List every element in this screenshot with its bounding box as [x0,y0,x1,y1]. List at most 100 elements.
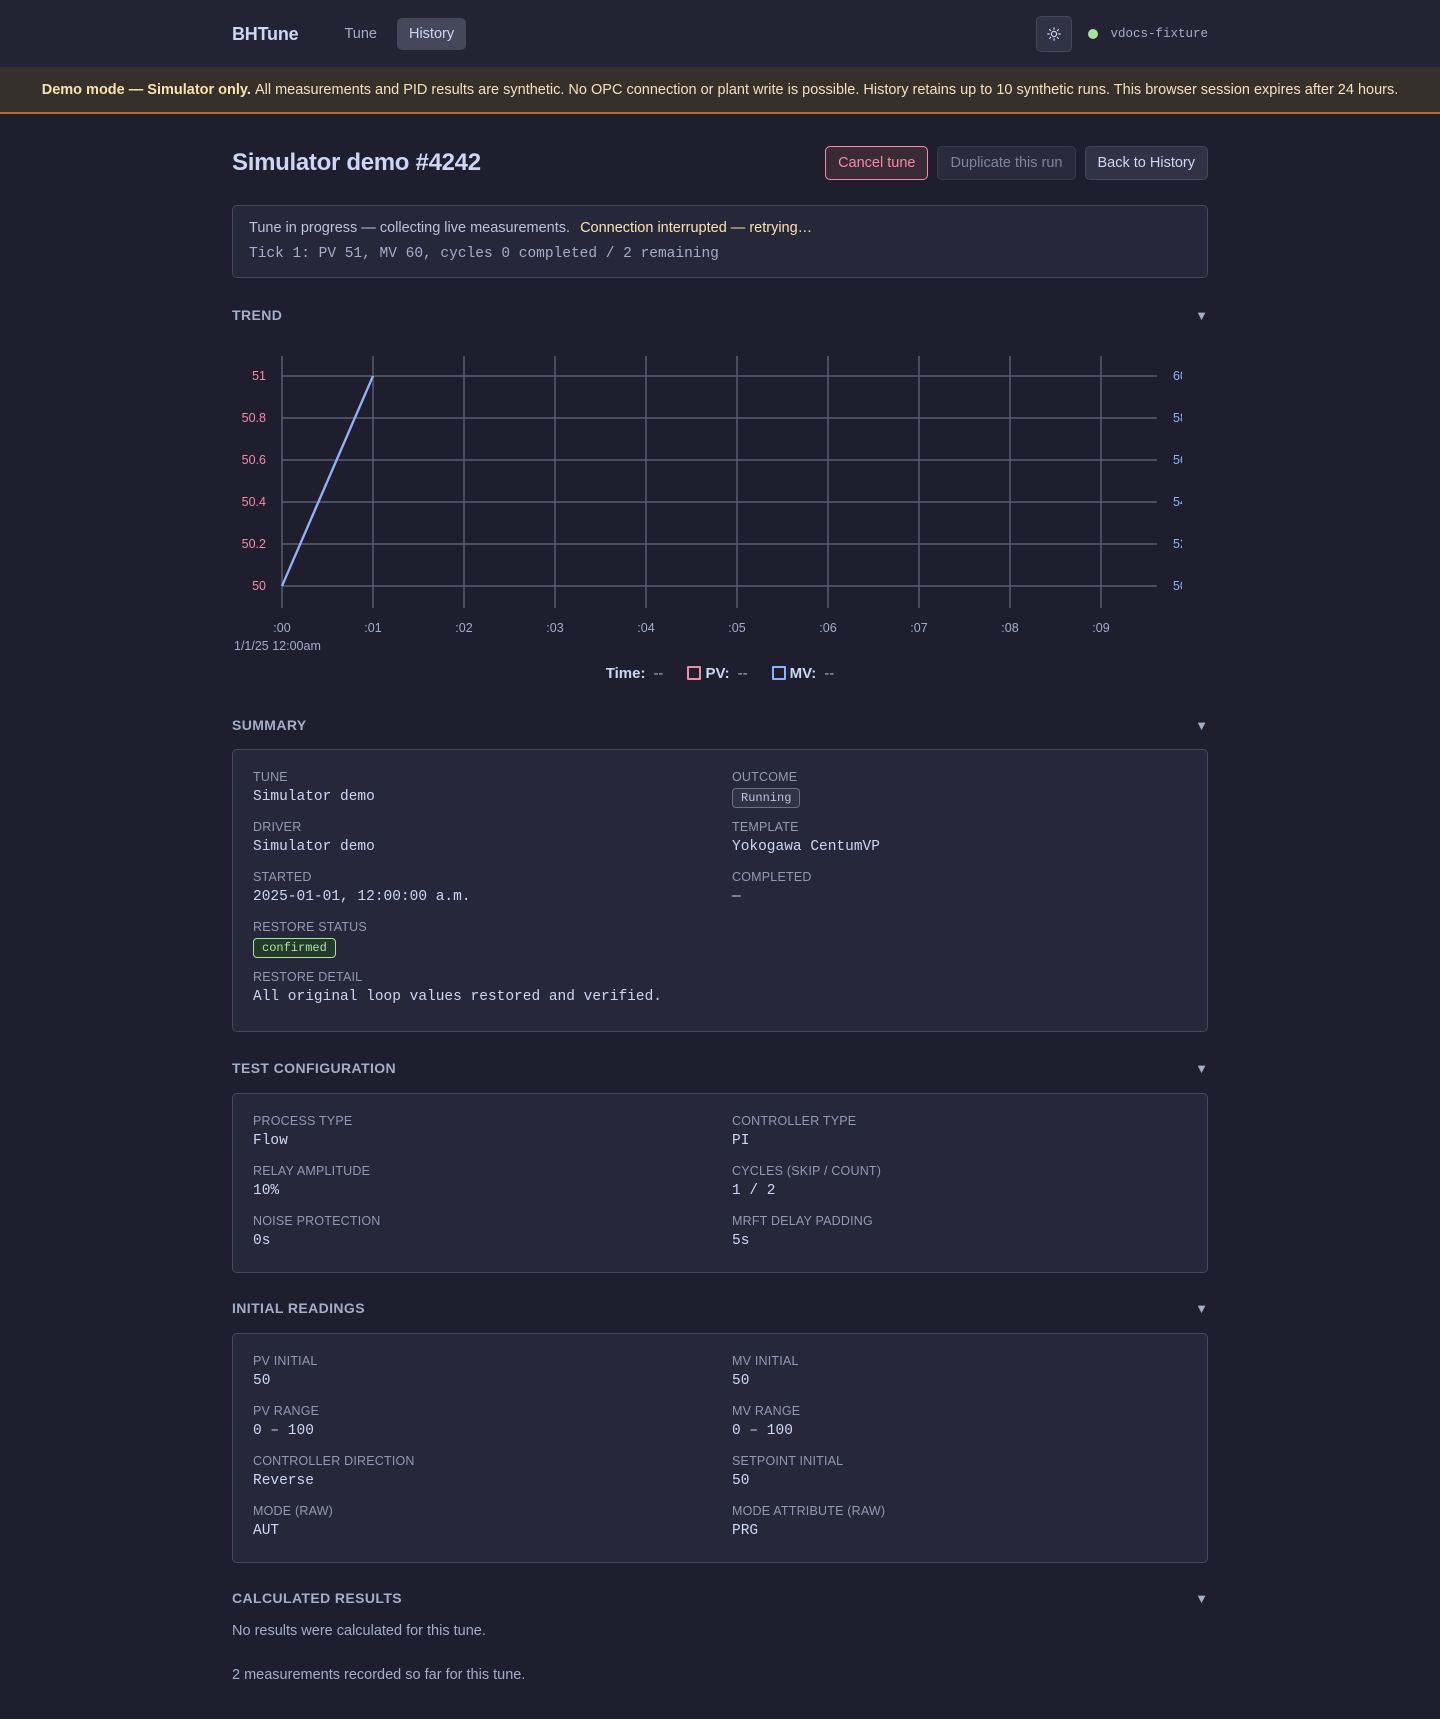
restore-status-badge: confirmed [253,938,336,958]
field-value: 5s [732,1233,750,1249]
field-value: 0 – 100 [732,1423,793,1439]
legend-mv-value: -- [824,664,835,682]
field-value: 0 – 100 [253,1423,314,1439]
series-line-mv[interactable] [280,375,375,587]
outcome-status-badge: Running [732,788,801,808]
back-to-history-button[interactable]: Back to History [1084,146,1208,180]
summary-tune: TUNE Simulator demo [253,770,732,820]
y-left-tick-label: 50 [252,579,266,593]
legend-time-value: -- [653,664,664,682]
field-value: 50 [253,1373,271,1389]
field-label: MV INITIAL [732,1354,799,1368]
field-value: — [732,889,741,905]
field-value: 50 [732,1373,750,1389]
legend-pv[interactable]: PV: -- [687,664,748,682]
x-tick-label: :01 [364,621,381,635]
brand-logo[interactable]: BHTune [232,24,299,45]
banner-strong-text: Demo mode — Simulator only. [41,82,251,98]
chevron-down-icon[interactable]: ▼ [1195,718,1208,733]
nav-tab-history[interactable]: History [396,18,467,50]
section-title-summary: SUMMARY [232,717,307,733]
y-left-tick-label: 50.6 [242,453,266,467]
status-progress-text: Tune in progress — collecting live measu… [249,220,571,236]
legend-mv-label: MV: [789,664,817,682]
section-header-trend[interactable]: TREND ▼ [232,305,1208,325]
section-header-summary[interactable]: SUMMARY ▼ [232,715,1208,735]
field-label: MODE (RAW) [253,1504,333,1518]
reading-mv-initial: MV INITIAL 50 [732,1354,1211,1404]
trend-chart-svg[interactable]: 51 60 50.8 58 50.6 56 50.4 54 50.2 52 50 50:00:01:0… [222,340,1187,670]
legend-time: Time: -- [606,665,664,682]
chevron-down-icon[interactable]: ▼ [1195,1301,1208,1316]
chevron-down-icon[interactable]: ▼ [1195,1591,1208,1606]
section-header-config[interactable]: TEST CONFIGURATION ▼ [232,1058,1208,1078]
readings-card: PV INITIAL 50 MV INITIAL 50 PV RANGE 0 –… [232,1333,1208,1563]
summary-outcome: OUTCOME Running [732,770,1211,820]
field-label: RESTORE STATUS [253,920,367,934]
section-header-results[interactable]: CALCULATED RESULTS ▼ [232,1588,1208,1608]
section-header-readings[interactable]: INITIAL READINGS ▼ [232,1298,1208,1318]
field-label: TUNE [253,770,288,784]
tune-status-panel: Tune in progress — collecting live measu… [232,205,1208,278]
y-right-tick-label: 50 [1173,579,1182,593]
x-tick-label: :05 [728,621,745,635]
field-label: RELAY AMPLITUDE [253,1164,371,1178]
reading-mode-raw: MODE (RAW) AUT [253,1504,732,1554]
demo-mode-banner: Demo mode — Simulator only. All measurem… [0,68,1440,114]
field-label: CONTROLLER DIRECTION [253,1454,415,1468]
theme-toggle-button[interactable] [1036,16,1073,52]
y-left-tick-label: 51 [252,369,266,383]
field-label: COMPLETED [732,870,812,884]
reading-controller-direction: CONTROLLER DIRECTION Reverse [253,1454,732,1504]
legend-pv-value: -- [737,664,748,682]
chevron-down-icon[interactable]: ▼ [1195,1061,1208,1076]
field-label: OUTCOME [732,770,798,784]
x-tick-label: :04 [637,621,654,635]
x-tick-label: :02 [455,621,472,635]
sun-icon [1047,27,1062,41]
field-value: 10% [253,1183,280,1199]
x-tick-label: :07 [910,621,927,635]
status-progress-line: Tune in progress — collecting live measu… [249,220,1191,236]
legend-mv[interactable]: MV: -- [771,664,835,682]
cancel-tune-button[interactable]: Cancel tune [825,146,929,180]
page-title-row: Simulator demo #4242 Cancel tune Duplica… [232,146,1208,180]
reading-pv-initial: PV INITIAL 50 [253,1354,732,1404]
summary-card: TUNE Simulator demo OUTCOME Running DRIV… [232,749,1208,1032]
section-title-results: CALCULATED RESULTS [232,1590,403,1606]
field-value: Simulator demo [253,839,375,855]
summary-restore-status: RESTORE STATUS confirmed [253,920,732,970]
status-warning-text: Connection interrupted — retrying… [580,220,813,236]
reading-mv-range: MV RANGE 0 – 100 [732,1404,1211,1454]
x-tick-label: :03 [546,621,563,635]
no-results-text: No results were calculated for this tune… [232,1623,486,1639]
legend-mv-swatch[interactable] [771,666,786,680]
x-tick-label: :00 [273,621,290,635]
field-label: CYCLES (SKIP / COUNT) [732,1164,882,1178]
legend-pv-label: PV: [705,664,730,682]
reading-pv-range: PV RANGE 0 – 100 [253,1404,732,1454]
x-tick-label: :08 [1001,621,1018,635]
config-controller-type: CONTROLLER TYPE PI [732,1114,1211,1164]
measurement-count-text: 2 measurements recorded so far for this … [232,1667,526,1683]
x-start-label: 1/1/25 12:00am [234,639,321,653]
nav-tab-tune[interactable]: Tune [332,18,389,50]
legend-pv-swatch[interactable] [687,666,702,680]
trend-chart[interactable]: 51 60 50.8 58 50.6 56 50.4 54 50.2 52 50 50:00:01:0… [222,340,1187,670]
field-label: STARTED [253,870,312,884]
chevron-down-icon[interactable]: ▼ [1195,308,1208,323]
field-label: PV RANGE [253,1404,320,1418]
field-label: TEMPLATE [732,820,799,834]
banner-text: All measurements and PID results are syn… [254,82,1399,98]
field-label: CONTROLLER TYPE [732,1114,857,1128]
status-tick-text: Tick 1: PV 51, MV 60, cycles 0 completed… [249,246,719,262]
field-value: Yokogawa CentumVP [732,839,880,855]
reading-mode-attribute: MODE ATTRIBUTE (RAW) PRG [732,1504,1211,1554]
config-relay-amplitude: RELAY AMPLITUDE 10% [253,1164,732,1214]
field-label: SETPOINT INITIAL [732,1454,844,1468]
y-left-tick-label: 50.8 [242,411,266,425]
config-mrft-delay: MRFT DELAY PADDING 5s [732,1214,1211,1264]
field-value: Flow [253,1133,288,1149]
field-label: MRFT DELAY PADDING [732,1214,873,1228]
duplicate-run-button[interactable]: Duplicate this run [937,146,1076,180]
